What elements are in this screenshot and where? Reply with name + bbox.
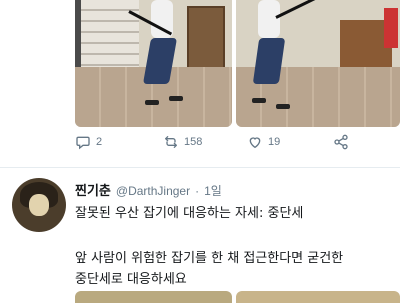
display-name[interactable]: 찐기춘 <box>75 180 111 199</box>
separator-dot: · <box>195 184 200 198</box>
like-button[interactable]: 19 <box>247 134 280 150</box>
tweet-media-next <box>75 291 400 303</box>
retweet-count: 158 <box>184 136 203 148</box>
timestamp[interactable]: 1일 <box>204 182 222 199</box>
like-count: 19 <box>268 136 281 148</box>
tweet-photo-right[interactable] <box>236 0 400 127</box>
avatar[interactable] <box>12 178 66 232</box>
tweet-text-line-1: 잘못된 우산 잡기에 대응하는 자세: 중단세 <box>75 206 304 221</box>
reply-button[interactable]: 2 <box>75 134 102 150</box>
tweet-text-line-2: 앞 사람이 위험한 잡기를 한 채 접근한다면 굳건한 <box>75 251 344 266</box>
tweet-photo-right[interactable] <box>236 291 400 303</box>
photo-red-box <box>384 8 398 48</box>
tweet-header: 찐기춘 @DarthJinger · 1일 <box>75 180 222 199</box>
share-icon <box>334 134 348 150</box>
tweet-photo-left[interactable] <box>75 291 232 303</box>
share-button[interactable] <box>333 134 349 150</box>
tweet-media <box>75 0 400 127</box>
tweet-actions: 2 158 19 <box>75 134 400 156</box>
tweet-text-line-3: 중단세로 대응하세요 <box>75 272 187 287</box>
reply-count: 2 <box>96 136 103 148</box>
heart-icon <box>249 137 261 149</box>
tweet-divider <box>0 167 400 168</box>
user-handle[interactable]: @DarthJinger <box>116 184 190 198</box>
tweet-photo-left[interactable] <box>75 0 232 127</box>
reply-icon <box>76 136 90 150</box>
retweet-button[interactable]: 158 <box>163 134 202 150</box>
retweet-icon <box>165 136 177 148</box>
